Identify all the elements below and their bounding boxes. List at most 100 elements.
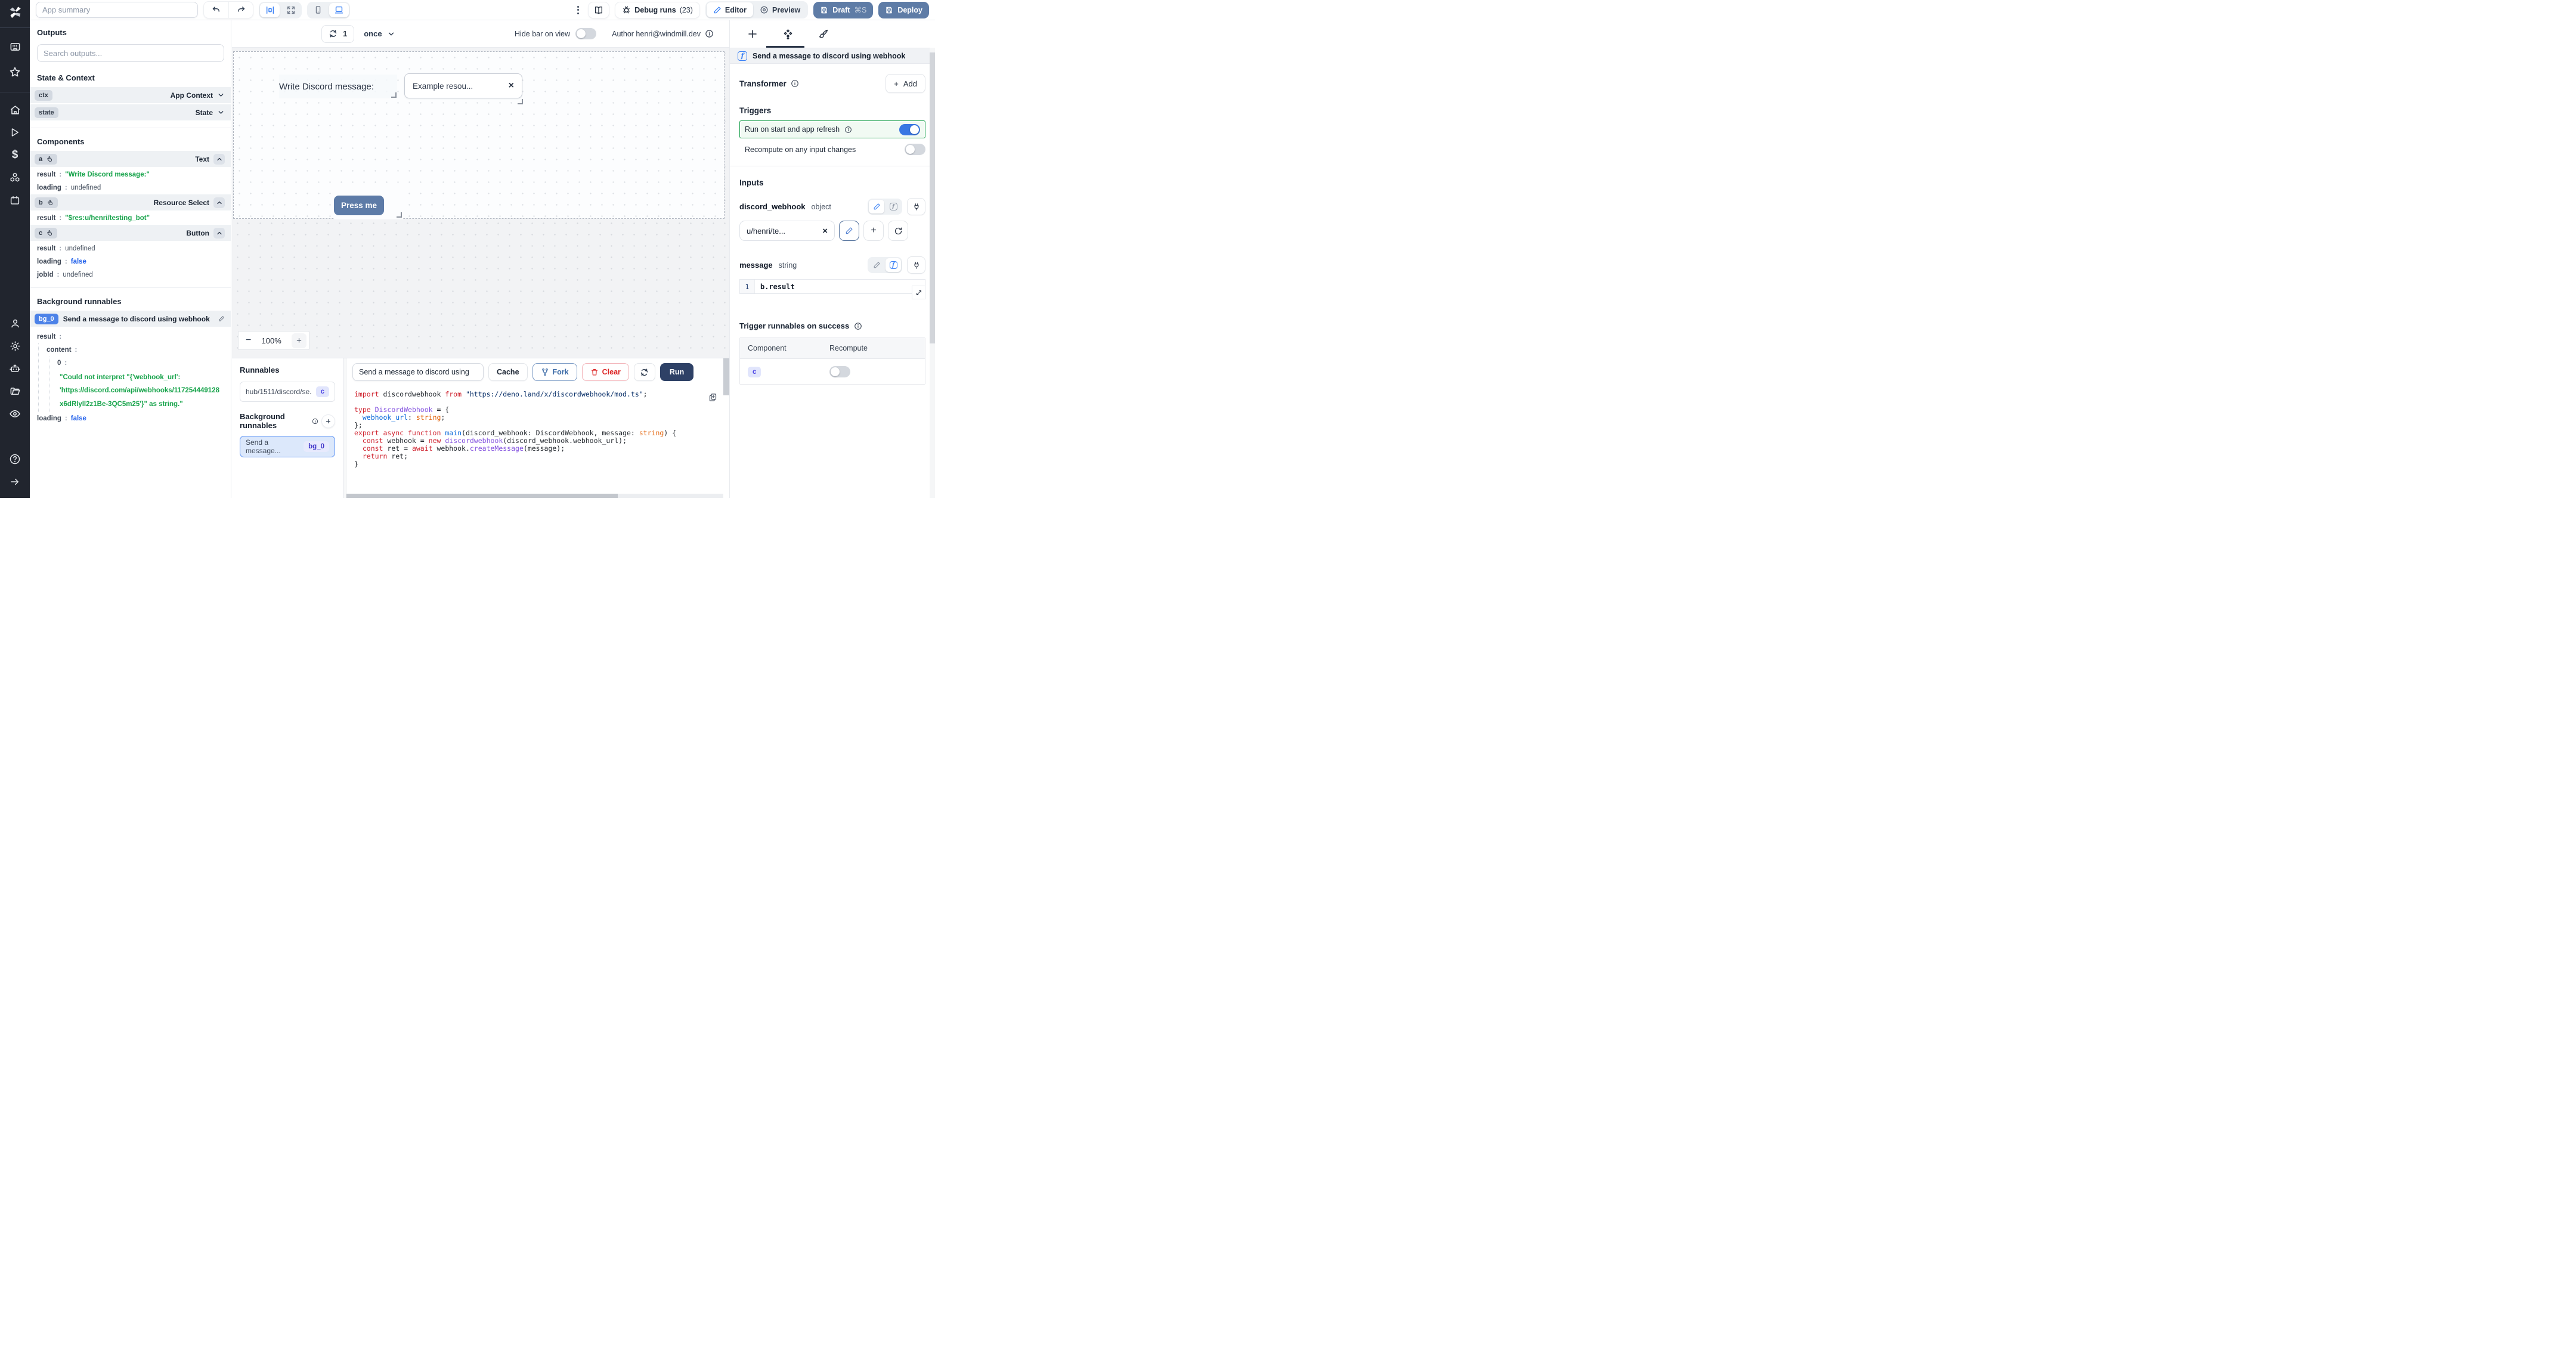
fullscreen-layout-button[interactable]	[281, 3, 301, 17]
search-outputs-input[interactable]	[37, 44, 224, 62]
output-row-ctx[interactable]: ctx App Context	[30, 87, 231, 104]
schedule-value: once	[364, 29, 382, 38]
resize-handle[interactable]	[518, 99, 523, 104]
trigger-success-title: Trigger runnables on success	[739, 321, 850, 330]
audit-eye-icon[interactable]	[0, 404, 30, 424]
info-icon[interactable]	[844, 126, 852, 134]
info-icon[interactable]	[791, 79, 799, 88]
background-runnables-title: Background runnables	[30, 287, 231, 311]
help-icon[interactable]	[0, 449, 30, 469]
info-icon[interactable]	[854, 322, 862, 330]
resize-handle[interactable]	[397, 212, 402, 218]
workers-robot-icon[interactable]	[0, 358, 30, 379]
desktop-view-button[interactable]	[329, 2, 349, 17]
recompute-c-toggle[interactable]	[829, 366, 850, 377]
reload-script-button[interactable]	[633, 363, 655, 381]
static-mode-pencil-icon[interactable]	[869, 258, 884, 272]
app-canvas[interactable]: Write Discord message: Example resou... …	[232, 48, 729, 358]
tab-preview[interactable]: Preview	[753, 2, 807, 17]
edit-resource-pencil-button[interactable]	[839, 221, 859, 241]
runnable-item[interactable]: hub/1511/discord/se... c	[240, 382, 335, 402]
component-row-a[interactable]: a Text	[30, 151, 231, 168]
add-transformer-button[interactable]: + Add	[886, 74, 925, 93]
runs-icon[interactable]	[0, 122, 30, 143]
bg0-loading-row: loading: false	[37, 415, 86, 423]
collapse-chevron-up-icon[interactable]	[213, 197, 225, 208]
text-component[interactable]: Write Discord message:	[279, 75, 397, 98]
bg0-row[interactable]: bg_0 Send a message to discord using web…	[30, 311, 231, 328]
edit-pencil-icon[interactable]	[218, 315, 225, 322]
clear-resource-icon[interactable]: ×	[822, 226, 828, 236]
inspector-scrollbar[interactable]	[930, 48, 935, 498]
cache-button[interactable]: Cache	[488, 363, 528, 381]
copy-code-icon[interactable]	[708, 393, 717, 402]
code-editor[interactable]: import discordwebhook from "https://deno…	[346, 385, 729, 498]
resources-icon[interactable]	[0, 168, 30, 188]
zoom-in-button[interactable]: +	[292, 333, 306, 348]
button-component[interactable]: Press me	[334, 193, 403, 219]
undo-button[interactable]	[204, 2, 228, 18]
deploy-button[interactable]: Deploy	[878, 1, 929, 18]
zoom-out-button[interactable]: −	[246, 336, 251, 345]
folders-icon[interactable]	[0, 381, 30, 401]
resize-handle[interactable]	[391, 92, 397, 98]
more-menu-icon[interactable]	[574, 4, 583, 17]
create-resource-plus-button[interactable]: +	[863, 221, 884, 241]
redo-button[interactable]	[228, 2, 253, 18]
eval-mode-f-icon[interactable]: f	[886, 258, 901, 272]
app-page[interactable]: Write Discord message: Example resou... …	[233, 51, 724, 219]
schedule-dropdown[interactable]: once	[364, 29, 395, 38]
column-component: Component	[748, 344, 787, 352]
variables-icon[interactable]: $	[0, 145, 30, 165]
editor-vertical-scrollbar[interactable]	[723, 358, 729, 395]
run-button[interactable]: Run	[660, 363, 694, 381]
fork-button[interactable]: Fork	[532, 363, 577, 381]
connect-plug-icon[interactable]	[907, 198, 925, 215]
clear-selection-icon[interactable]: ×	[509, 80, 514, 91]
info-icon[interactable]	[705, 29, 714, 38]
debug-runs-button[interactable]: Debug runs (23)	[615, 1, 700, 18]
collapse-chevron-up-icon[interactable]	[213, 153, 225, 165]
component-row-c[interactable]: c Button	[30, 225, 231, 242]
collapse-arrow-icon[interactable]	[0, 472, 30, 492]
schedules-icon[interactable]	[0, 190, 30, 210]
add-bg-runnable-button[interactable]: +	[321, 414, 335, 428]
press-me-button[interactable]: Press me	[334, 196, 384, 215]
clear-button[interactable]: Clear	[581, 363, 629, 381]
windmill-logo-icon[interactable]	[0, 2, 30, 23]
tab-insert-plus-icon[interactable]	[747, 29, 758, 39]
script-name-input[interactable]	[352, 363, 484, 381]
bg-runnable-item-selected[interactable]: Send a message... bg_0	[240, 436, 335, 457]
app-summary-input[interactable]	[36, 2, 198, 18]
mobile-view-button[interactable]	[308, 3, 328, 17]
settings-gear-icon[interactable]	[0, 336, 30, 356]
draft-button[interactable]: Draft ⌘S	[813, 1, 874, 18]
workspace-icon[interactable]	[0, 36, 30, 57]
collapse-chevron-up-icon[interactable]	[213, 227, 225, 239]
eval-mode-f-icon[interactable]: f	[886, 200, 901, 213]
tab-theme-brush-icon[interactable]	[818, 29, 829, 39]
bg0-error-line: "Could not interpret "{'webhook_url':	[60, 374, 181, 381]
expand-editor-icon[interactable]	[912, 286, 925, 299]
connect-plug-icon[interactable]	[907, 256, 925, 274]
resource-select-component[interactable]: Example resou... ×	[404, 73, 523, 104]
output-row-state[interactable]: state State	[30, 104, 231, 122]
docs-book-button[interactable]	[588, 1, 610, 18]
resource-picker-input[interactable]: u/henri/te... ×	[739, 221, 835, 241]
tab-editor[interactable]: Editor	[706, 2, 754, 17]
refresh-count-button[interactable]: 1	[321, 24, 355, 43]
run-on-start-toggle[interactable]	[899, 123, 920, 135]
editor-horizontal-scrollbar[interactable]	[346, 494, 723, 498]
static-mode-pencil-icon[interactable]	[869, 200, 884, 213]
user-icon[interactable]	[0, 313, 30, 333]
tab-settings-components-icon[interactable]	[782, 29, 794, 40]
favorites-icon[interactable]	[0, 62, 30, 82]
component-row-b[interactable]: b Resource Select	[30, 194, 231, 212]
home-icon[interactable]	[0, 100, 30, 120]
recompute-toggle[interactable]	[905, 144, 925, 155]
message-expression-editor[interactable]: 1 b.result	[739, 279, 925, 299]
refresh-resources-button[interactable]	[888, 221, 908, 241]
center-layout-button[interactable]	[260, 2, 280, 17]
component-b-type: Resource Select	[153, 198, 209, 207]
hide-bar-toggle[interactable]	[575, 28, 597, 39]
